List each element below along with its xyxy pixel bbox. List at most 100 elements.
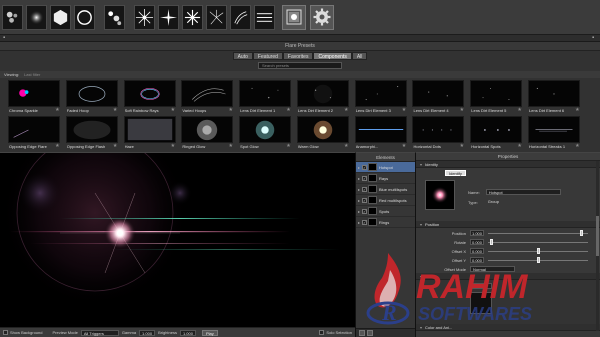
preset-thumbnail[interactable]: [8, 116, 60, 143]
preset-thumbnail[interactable]: [470, 80, 523, 107]
preset-thumbnail[interactable]: [528, 116, 581, 143]
preset-thumbnail[interactable]: [8, 80, 60, 107]
preset-tile[interactable]: Lens Dirt Element 2 ★: [294, 80, 352, 116]
favorite-star-icon[interactable]: ★: [575, 144, 579, 149]
preset-tile[interactable]: Chroma Sparkle ★: [5, 80, 63, 116]
preset-thumbnail[interactable]: [123, 80, 176, 107]
search-input[interactable]: Search presets: [258, 62, 342, 69]
favorite-star-icon[interactable]: ★: [286, 144, 290, 149]
color-section-header[interactable]: Color and Ani...: [416, 324, 600, 331]
delete-element-button[interactable]: [367, 330, 373, 336]
gamma-field[interactable]: 1.000: [139, 329, 156, 336]
preset-button-multi-glow[interactable]: [2, 4, 23, 30]
favorite-star-icon[interactable]: ★: [55, 108, 59, 113]
flare-preview-viewer[interactable]: [0, 152, 355, 327]
favorite-star-icon[interactable]: ★: [402, 144, 406, 149]
slider-value-field[interactable]: 0.000: [470, 248, 484, 254]
favorite-star-icon[interactable]: ★: [460, 108, 464, 113]
preset-thumbnail[interactable]: [296, 116, 349, 143]
preview-mode-select[interactable]: All Triggers: [80, 329, 119, 336]
slider-track[interactable]: [488, 233, 588, 234]
preset-tile[interactable]: Ringed Glow ★: [178, 116, 236, 152]
favorite-star-icon[interactable]: ★: [113, 144, 117, 149]
play-button[interactable]: Play: [201, 329, 218, 336]
favorite-star-icon[interactable]: ★: [171, 144, 175, 149]
preset-button-hexagon[interactable]: [50, 4, 71, 30]
library-button[interactable]: [282, 4, 306, 30]
preset-tile[interactable]: Horizontal Streaks 1 ★: [525, 116, 583, 152]
element-row[interactable]: ▸ ✓ Hotspot: [356, 162, 415, 173]
preset-thumbnail[interactable]: [65, 116, 118, 143]
slider-knob[interactable]: [536, 248, 540, 254]
slider-knob[interactable]: [536, 257, 540, 263]
preset-tile[interactable]: Lens Dirt Element 1 ★: [236, 80, 294, 116]
identify-button[interactable]: Identify: [445, 170, 466, 176]
preset-button-glow[interactable]: [26, 4, 47, 30]
preset-tile[interactable]: Anamorphi... ★: [352, 116, 410, 152]
favorite-star-icon[interactable]: ★: [286, 108, 290, 113]
preset-thumbnail[interactable]: [239, 116, 292, 143]
favorite-star-icon[interactable]: ★: [460, 144, 464, 149]
panel-menu-icon[interactable]: ▪: [592, 35, 594, 42]
preset-thumbnail[interactable]: [123, 116, 176, 143]
identity-section-header[interactable]: Identity: [416, 161, 600, 168]
preset-thumbnail[interactable]: [65, 80, 118, 107]
preset-tile[interactable]: Lens Dirt Element 3 ★: [352, 80, 410, 116]
element-row[interactable]: ▸ ✓ Rays: [356, 173, 415, 184]
show-background-checkbox[interactable]: [3, 330, 8, 335]
viewing-sublabel[interactable]: Last filter: [24, 72, 40, 77]
lock-icon[interactable]: ▪: [3, 35, 5, 42]
filter-tab-all[interactable]: All: [351, 52, 368, 60]
name-field[interactable]: Hotspot: [485, 189, 561, 195]
preset-thumbnail[interactable]: [354, 116, 407, 143]
preset-thumbnail[interactable]: [296, 80, 349, 107]
preset-button-streak[interactable]: [230, 4, 251, 30]
preset-thumbnail[interactable]: [181, 80, 234, 107]
preset-tile[interactable]: Haze ★: [121, 116, 179, 152]
position-section-header[interactable]: Position: [416, 221, 600, 228]
filter-tab-components[interactable]: Components: [313, 52, 352, 60]
slider-value-field[interactable]: 0.000: [470, 239, 484, 245]
element-visibility-checkbox[interactable]: ✓: [362, 164, 367, 170]
preset-button-multi-iris[interactable]: [104, 4, 125, 30]
filter-tab-auto[interactable]: Auto: [232, 52, 253, 60]
slider-knob[interactable]: [580, 230, 584, 236]
preset-tile[interactable]: Lens Dirt Element 4 ★: [409, 80, 467, 116]
preset-button-star-4[interactable]: [158, 4, 179, 30]
favorite-star-icon[interactable]: ★: [228, 108, 232, 113]
settings-button[interactable]: [310, 4, 334, 30]
properties-scrollbar[interactable]: [596, 161, 599, 331]
element-row[interactable]: ▸ ✓ Spots: [356, 206, 415, 217]
solo-selection-checkbox[interactable]: [319, 330, 325, 335]
slider-track[interactable]: [488, 242, 588, 243]
preset-button-star-burst[interactable]: [134, 4, 155, 30]
preset-thumbnail[interactable]: [412, 116, 465, 143]
brightness-field[interactable]: 1.000: [179, 329, 196, 336]
filter-tab-featured[interactable]: Featured: [252, 52, 283, 60]
bias-field[interactable]: -0.741: [470, 283, 492, 289]
preset-tile[interactable]: Soft Rainbow Rays ★: [121, 80, 179, 116]
preset-tile[interactable]: Horizontal Dots ★: [409, 116, 467, 152]
element-visibility-checkbox[interactable]: ✓: [362, 186, 367, 192]
preset-thumbnail[interactable]: [412, 80, 465, 107]
preset-thumbnail[interactable]: [354, 80, 407, 107]
preset-tile[interactable]: Opposing Edge Flash ★: [63, 116, 121, 152]
offset-mode-select[interactable]: Normal: [470, 266, 515, 272]
preset-button-ring[interactable]: [74, 4, 95, 30]
preset-thumbnail[interactable]: [181, 116, 234, 143]
favorite-star-icon[interactable]: ★: [344, 144, 348, 149]
preset-thumbnail[interactable]: [470, 116, 523, 143]
favorite-star-icon[interactable]: ★: [517, 144, 521, 149]
element-row[interactable]: ▸ ✓ Blue multiIspots: [356, 184, 415, 195]
filter-tab-favorites[interactable]: Favorites: [282, 52, 314, 60]
slider-knob[interactable]: [489, 239, 493, 245]
preset-tile[interactable]: Horizontal Spots ★: [467, 116, 525, 152]
slider-value-field[interactable]: 0.000: [470, 257, 484, 263]
element-visibility-checkbox[interactable]: ✓: [362, 208, 367, 214]
preset-button-stripe[interactable]: [254, 4, 275, 30]
preset-thumbnail[interactable]: [239, 80, 292, 107]
preset-tile[interactable]: Varied Hoops ★: [178, 80, 236, 116]
element-visibility-checkbox[interactable]: ✓: [362, 197, 367, 203]
slider-value-field[interactable]: 1.000: [470, 230, 484, 236]
favorite-star-icon[interactable]: ★: [402, 108, 406, 113]
